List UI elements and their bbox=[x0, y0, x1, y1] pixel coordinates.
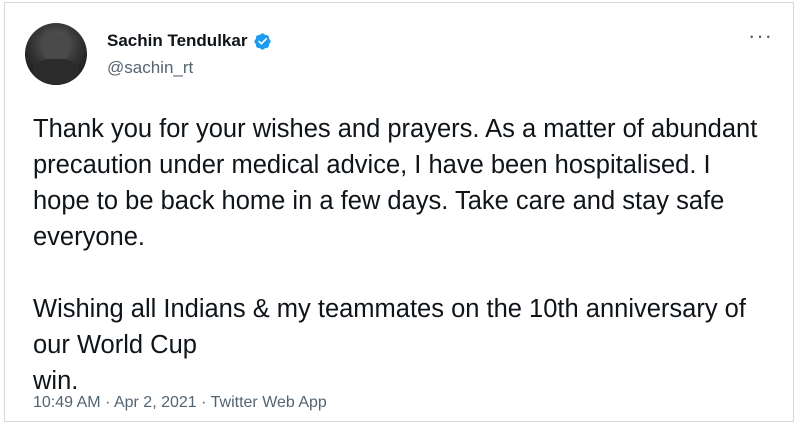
tweet-paragraph-2-text: Wishing all Indians & my teammates on th… bbox=[33, 295, 746, 359]
meta-separator: · bbox=[105, 394, 111, 411]
author-name-row: Sachin Tendulkar bbox=[107, 31, 272, 51]
more-options-icon[interactable]: ··· bbox=[748, 25, 773, 47]
tweet-meta: 10:49 AM · Apr 2, 2021 · Twitter Web App bbox=[33, 394, 327, 412]
author-handle[interactable]: @sachin_rt bbox=[107, 58, 193, 78]
tweet-paragraph-1: Thank you for your wishes and prayers. A… bbox=[33, 115, 758, 251]
tweet-time[interactable]: 10:49 AM bbox=[33, 394, 101, 411]
avatar-body-shape bbox=[33, 59, 79, 85]
tweet-date[interactable]: Apr 2, 2021 bbox=[114, 394, 197, 411]
author-display-name[interactable]: Sachin Tendulkar bbox=[107, 31, 247, 51]
avatar[interactable] bbox=[25, 23, 87, 85]
tweet-paragraph-2: Wishing all Indians & my teammates on th… bbox=[33, 291, 773, 363]
meta-separator: · bbox=[201, 394, 207, 411]
tweet-text: Thank you for your wishes and prayers. A… bbox=[33, 111, 773, 425]
tweet-source[interactable]: Twitter Web App bbox=[211, 394, 327, 411]
verified-badge-icon bbox=[254, 32, 272, 50]
india-flag-icon bbox=[208, 331, 248, 357]
tweet-paragraph-2-end: win. bbox=[33, 367, 79, 395]
tweet-card: Sachin Tendulkar @sachin_rt ··· Thank yo… bbox=[4, 2, 794, 422]
